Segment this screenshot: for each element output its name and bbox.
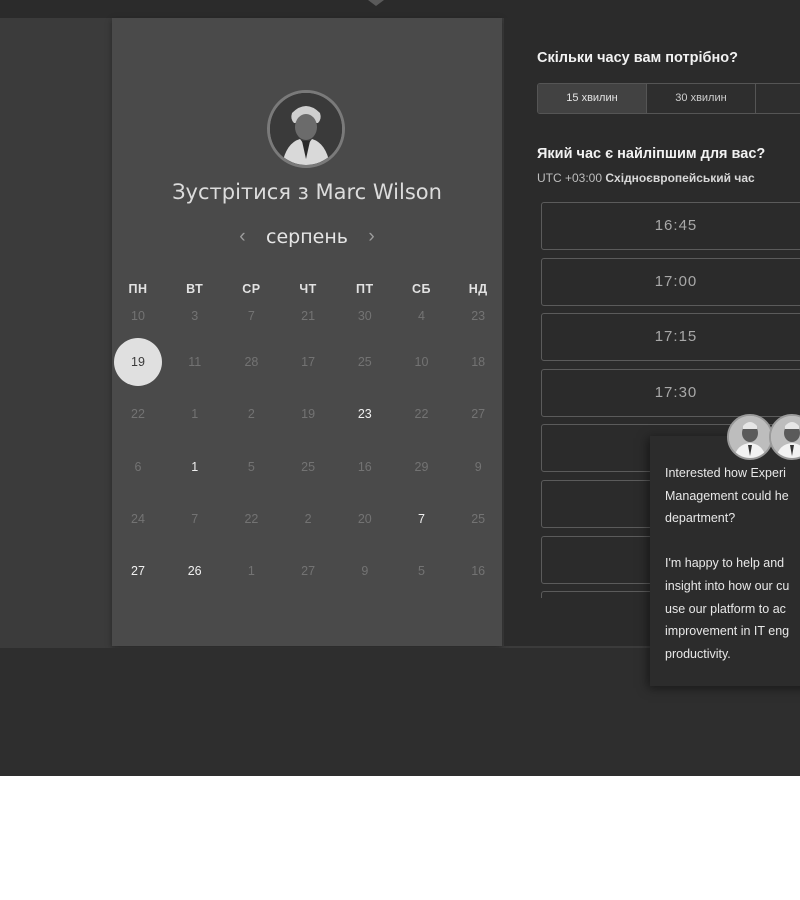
chat-message-line: productivity. <box>665 646 731 661</box>
calendar-day: 4 <box>418 309 425 323</box>
top-bar <box>0 0 800 18</box>
scheduler-widget: Зустрітися з Marc Wilson ‹ серпень › ПН В… <box>0 0 800 776</box>
month-navigation: ‹ серпень › <box>112 226 502 252</box>
time-slot-button[interactable]: 16:45 <box>541 202 800 250</box>
calendar-day: 25 <box>301 459 316 474</box>
calendar-day: 1 <box>191 407 199 422</box>
host-avatar <box>267 90 345 168</box>
calendar-day: 28 <box>244 355 259 369</box>
chat-message-line <box>665 530 800 553</box>
person-avatar-icon <box>270 93 342 165</box>
calendar-day: 16 <box>471 564 486 579</box>
calendar-day: 27 <box>471 407 486 422</box>
calendar-day: 2 <box>304 511 312 526</box>
chat-popup[interactable]: Interested how Experi Management could he… <box>650 436 800 686</box>
pointer-notch <box>368 0 384 6</box>
chevron-right-icon[interactable]: › <box>368 226 374 248</box>
calendar-day: 22 <box>244 511 259 526</box>
calendar-day: 7 <box>247 309 255 323</box>
calendar-day: 20 <box>357 511 372 526</box>
calendar-day: 23 <box>471 309 486 323</box>
chat-message-line: insight into how our cu <box>665 578 790 593</box>
duration-selector: 15 хвилин30 хвилин1 г <box>537 83 800 114</box>
time-question: Який час є найліпшим для вас? <box>537 146 766 162</box>
calendar-day: 25 <box>357 355 372 369</box>
calendar-day: 21 <box>301 309 316 323</box>
calendar-day-selected[interactable]: 19 <box>110 338 166 386</box>
chat-message-line: use our platform to ac <box>665 601 786 616</box>
calendar-day: 22 <box>414 407 429 422</box>
calendar-day: 24 <box>131 511 145 526</box>
calendar-day-available[interactable]: 26 <box>167 547 223 595</box>
calendar-day: 10 <box>414 355 429 369</box>
calendar-day-available[interactable]: 23 <box>337 390 393 438</box>
duration-option[interactable]: 15 хвилин <box>538 84 647 113</box>
chat-message-line: Interested how Experi <box>665 466 786 480</box>
calendar-day: 7 <box>191 511 199 526</box>
chat-message: Interested how Experi Management could he… <box>665 462 800 665</box>
duration-option[interactable]: 1 г <box>756 84 800 113</box>
calendar-day: 22 <box>131 407 145 422</box>
calendar-day: 25 <box>471 511 486 526</box>
calendar-day: 10 <box>131 309 145 323</box>
calendar-day: 9 <box>474 459 482 474</box>
chat-message-line: department? <box>665 511 736 526</box>
timezone-label: UTC +03:00 Східноєвропейський час <box>537 171 755 185</box>
time-slot-button[interactable]: 17:30 <box>541 368 800 417</box>
timezone-name: Східноєвропейський час <box>605 171 755 185</box>
calendar-day: 6 <box>134 459 142 474</box>
calendar-day: 18 <box>471 355 486 369</box>
calendar-day: 11 <box>188 355 202 369</box>
calendar-day: 16 <box>357 459 372 474</box>
calendar-day: 3 <box>191 309 199 323</box>
chat-message-line: improvement in IT eng <box>665 624 790 639</box>
calendar-card: Зустрітися з Marc Wilson ‹ серпень › ПН В… <box>112 18 502 646</box>
person-avatar-icon <box>727 414 773 460</box>
calendar-day: 19 <box>301 407 316 422</box>
calendar-day: 27 <box>301 564 316 579</box>
timezone-offset: UTC +03:00 <box>537 171 603 185</box>
calendar-day: 29 <box>414 459 429 474</box>
calendar-day: 17 <box>301 355 316 369</box>
calendar-day: 5 <box>247 459 255 474</box>
chat-message-line: I'm happy to help and <box>665 556 785 571</box>
host-title: Зустрітися з Marc Wilson <box>172 180 442 204</box>
month-label: серпень <box>266 226 348 248</box>
calendar-day-available[interactable]: 1 <box>167 443 223 491</box>
duration-question: Скільки часу вам потрібно? <box>537 50 738 66</box>
chat-message-line: Management could he <box>665 488 789 503</box>
calendar-day: 30 <box>357 309 372 323</box>
calendar-day-available[interactable]: 7 <box>394 495 450 543</box>
calendar-day: 5 <box>418 564 425 579</box>
duration-option[interactable]: 30 хвилин <box>647 84 756 113</box>
calendar-day-available[interactable]: 27 <box>110 547 166 595</box>
time-slot-button[interactable]: 17:15 <box>541 313 800 362</box>
calendar-day: 1 <box>247 564 255 579</box>
time-slot-button[interactable]: 17:00 <box>541 257 800 306</box>
calendar-day: 2 <box>247 407 255 422</box>
chevron-left-icon[interactable]: ‹ <box>239 226 245 248</box>
calendar-day: 9 <box>361 564 369 579</box>
